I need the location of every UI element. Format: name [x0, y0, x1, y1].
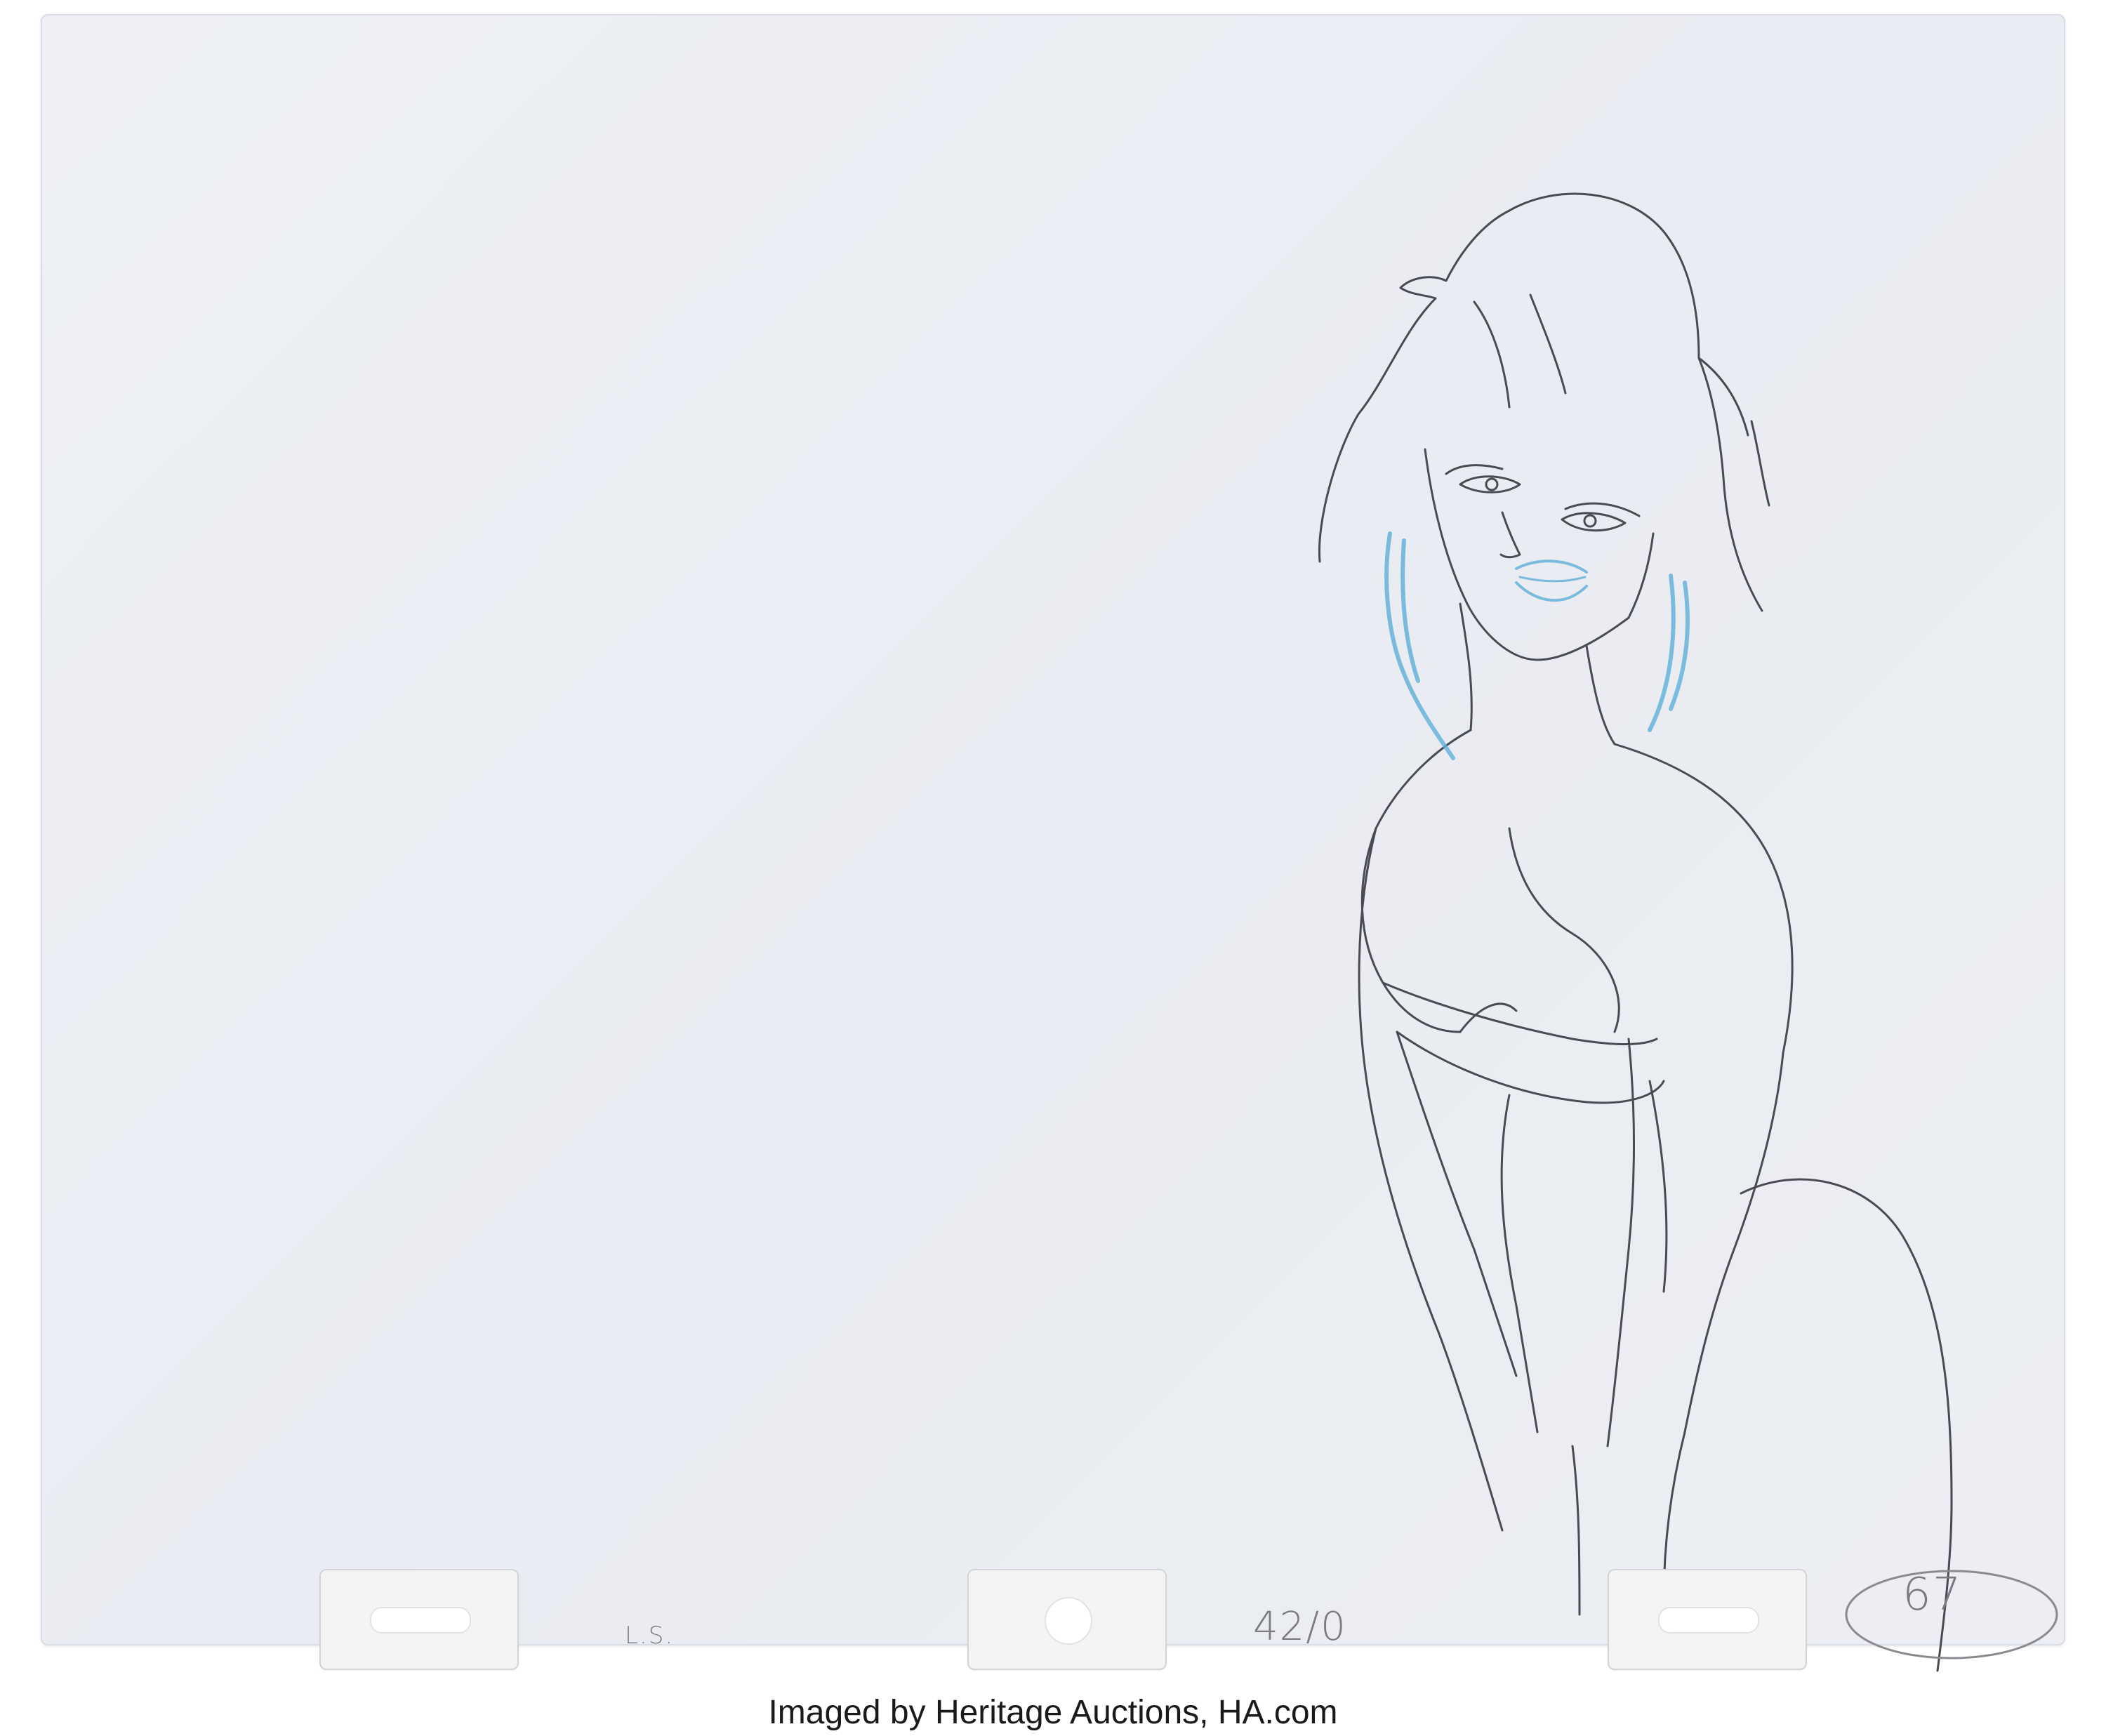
hair-back-right [1750, 420, 1770, 507]
blue-hair-shade-left [1384, 531, 1455, 760]
hair-right [1697, 357, 1763, 612]
peg-tab-left [319, 1569, 519, 1670]
peg-tab-center [967, 1569, 1167, 1670]
arm-left [1358, 827, 1504, 1532]
drawing-number: 67 [1902, 1569, 1963, 1621]
blue-lips-top [1515, 559, 1588, 574]
peg-hole-slot [370, 1607, 471, 1634]
wrap-body-right [1648, 1080, 1668, 1293]
left-eyelash [1445, 464, 1504, 475]
layout-mark: L.S. [625, 1622, 675, 1650]
blue-hair-shade-left-2 [1400, 538, 1420, 683]
neck-right [1585, 644, 1616, 746]
peg-hole-slot [1658, 1607, 1759, 1634]
scene-code: 42/0 [1253, 1604, 1347, 1650]
artwork-photo: L.S. 42/0 67 Imaged by Heritage Auctions… [0, 0, 2106, 1736]
left-iris [1485, 477, 1499, 491]
blue-lips-bottom [1515, 581, 1588, 602]
hair-strand-2 [1529, 293, 1567, 395]
wrap-fold [1396, 1031, 1665, 1104]
wrap-top [1382, 981, 1658, 1045]
neck-left [1459, 602, 1473, 731]
peg-hole-round [1045, 1597, 1092, 1645]
leg-line-2 [1571, 1445, 1581, 1616]
chest-left [1360, 827, 1462, 1033]
wrap-body-left [1500, 1094, 1539, 1433]
shoulder-right [1613, 743, 1794, 1054]
face-right [1627, 532, 1655, 619]
chest-right [1508, 827, 1620, 1033]
peg-tab-right [1608, 1569, 1807, 1670]
face-jaw [1424, 448, 1630, 661]
image-credit-caption: Imaged by Heritage Auctions, HA.com [768, 1694, 1338, 1731]
shoulder-left [1375, 729, 1472, 830]
nose [1499, 511, 1521, 559]
hair-bang-left [1318, 209, 1511, 563]
arm-right [1683, 1052, 1784, 1433]
blue-lips-line [1518, 576, 1587, 583]
pencil-sketch-figure [1318, 192, 2058, 1672]
right-iris [1583, 514, 1597, 528]
hair-strand [1473, 300, 1511, 409]
